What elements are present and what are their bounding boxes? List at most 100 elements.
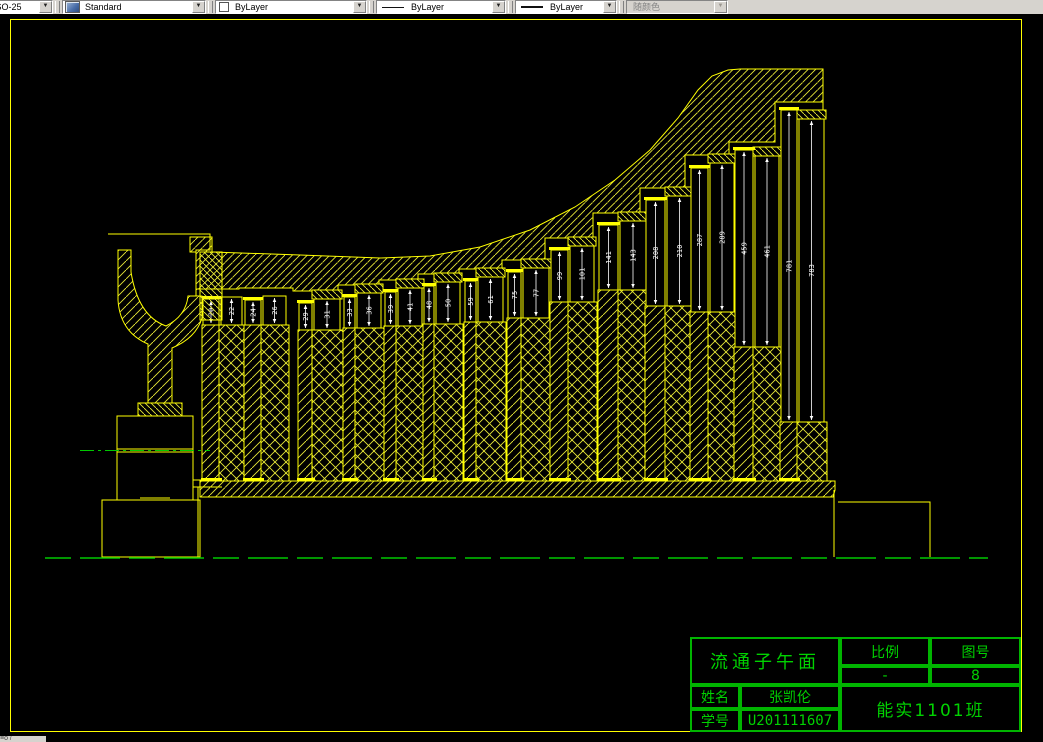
toolbar-separator — [369, 1, 374, 13]
rotor-disk — [752, 346, 783, 482]
stage-group: 24 26 — [243, 295, 290, 482]
dimension-label: 101 — [579, 268, 587, 281]
drawing-canvas[interactable]: 2022 24 26 29 31 33 36 39 41 48 50 59 61 75 77 99 101 141… — [0, 14, 1043, 742]
dimension-label: 459 — [741, 242, 749, 255]
rotor-disk — [475, 321, 507, 482]
toolbar-separator — [55, 1, 60, 13]
rotor-disk — [395, 325, 426, 482]
chevron-down-icon[interactable]: ▼ — [39, 1, 52, 13]
rotor-disk — [433, 323, 464, 482]
color-swatch-icon — [219, 2, 229, 12]
lineweight-combo[interactable]: ByLayer ▼ — [515, 0, 617, 14]
drawing-title: 流通子午面 — [690, 637, 840, 685]
rotor-hub — [199, 480, 836, 498]
dimension-label: 141 — [605, 251, 613, 264]
dimension-label: 41 — [407, 303, 415, 311]
stage-group: 75 77 — [506, 258, 553, 482]
linetype-icon — [382, 6, 404, 8]
plot-style-combo: 随颜色 ▼ — [626, 0, 728, 14]
dimension-label: 29 — [302, 312, 310, 320]
stage-group: 59 61 — [463, 267, 507, 482]
dimension-label: 24 — [250, 308, 258, 316]
blade-shroud — [395, 278, 425, 289]
dimension-label: 287 — [696, 234, 704, 247]
stage-group: 48 50 — [422, 272, 464, 482]
turbine-meridian-drawing: 2022 24 26 29 31 33 36 39 41 48 50 59 61 75 77 99 101 141… — [10, 19, 1022, 732]
diaphragm-web — [779, 421, 799, 482]
stage-group: 33 36 — [342, 283, 385, 482]
drawing-no-label: 图号 — [930, 637, 1021, 666]
stage-group: 39 41 — [383, 278, 426, 482]
color-value: ByLayer — [235, 1, 269, 12]
dimension-label: 781 — [786, 260, 794, 273]
dimension-label: 783 — [808, 264, 816, 277]
diaphragm-web — [644, 305, 667, 482]
student-id-value: U201111607 — [740, 709, 840, 732]
statusbar-fragment: ≡o / — [0, 736, 46, 742]
toolbar-separator — [208, 1, 213, 13]
object-properties-toolbar: ISO-25 ▼ Standard ▼ ByLayer ▼ ByLayer ▼ … — [0, 0, 1043, 15]
rotor-disk — [218, 324, 246, 482]
linetype-value: ByLayer — [411, 1, 445, 12]
chevron-down-icon[interactable]: ▼ — [603, 1, 616, 13]
linetype-combo[interactable]: ByLayer ▼ — [376, 0, 506, 14]
lineweight-icon — [521, 6, 543, 8]
diaphragm-web — [506, 317, 523, 482]
dimension-label: 77 — [533, 289, 541, 297]
rotor-disk — [311, 329, 344, 482]
dimension-label: 26 — [271, 306, 279, 314]
rotor-disk — [796, 421, 828, 482]
steam-chest — [108, 233, 211, 404]
dimension-label: 143 — [630, 249, 638, 262]
dimension-label: 59 — [467, 297, 475, 305]
dim-style-combo[interactable]: ISO-25 ▼ — [0, 0, 53, 14]
scale-value: - — [840, 666, 930, 685]
plot-style-value: 随颜色 — [633, 1, 661, 12]
text-style-combo[interactable]: Standard ▼ — [62, 0, 206, 14]
scale-label: 比例 — [840, 637, 930, 666]
name-label: 姓名 — [690, 685, 740, 709]
rotor-disk — [520, 317, 553, 482]
chevron-down-icon[interactable]: ▼ — [192, 1, 205, 13]
dimension-label: 31 — [324, 310, 332, 318]
autocad-window: ISO-25 ▼ Standard ▼ ByLayer ▼ ByLayer ▼ … — [0, 0, 1043, 742]
dim-style-value: ISO-25 — [0, 1, 22, 12]
text-style-value: Standard — [85, 1, 122, 12]
chevron-down-icon[interactable]: ▼ — [492, 1, 505, 13]
blade-shroud — [567, 236, 597, 247]
rotor-disk — [260, 324, 290, 482]
stage-group: 287 289 — [689, 153, 738, 482]
stage-group: 459 461 — [733, 146, 783, 482]
blade-shroud — [311, 289, 343, 300]
diaphragm-web — [201, 324, 221, 482]
dimension-label: 75 — [511, 291, 519, 299]
color-combo[interactable]: ByLayer ▼ — [215, 0, 367, 14]
blade-shroud — [752, 146, 782, 157]
rotor-disk — [567, 301, 598, 482]
blade-shroud — [664, 186, 695, 197]
toolbar-separator — [508, 1, 513, 13]
diaphragm-web — [549, 301, 570, 482]
blade-shroud — [475, 267, 506, 278]
chevron-down-icon: ▼ — [714, 1, 727, 13]
stage-group: 99 101 — [549, 236, 598, 482]
rotor-disk — [617, 289, 650, 482]
diaphragm-web — [243, 324, 263, 482]
diaphragm-web — [463, 321, 478, 482]
diaphragm-web — [422, 323, 436, 482]
dimension-label: 289 — [719, 231, 727, 244]
student-id-label: 学号 — [690, 709, 740, 732]
dimension-label: 61 — [487, 295, 495, 303]
dimension-label: 461 — [764, 245, 772, 258]
diaphragm-web — [597, 289, 620, 482]
diaphragm-web — [733, 346, 755, 482]
diaphragm-web — [383, 325, 398, 482]
casing-end-wall — [199, 251, 223, 321]
toolbar-separator — [619, 1, 624, 13]
drawing-no-value: 8 — [930, 666, 1021, 685]
dimension-label: 36 — [366, 306, 374, 314]
dimension-label: 48 — [426, 301, 434, 309]
lineweight-value: ByLayer — [550, 1, 584, 12]
dimension-label: 22 — [228, 307, 236, 315]
chevron-down-icon[interactable]: ▼ — [353, 1, 366, 13]
